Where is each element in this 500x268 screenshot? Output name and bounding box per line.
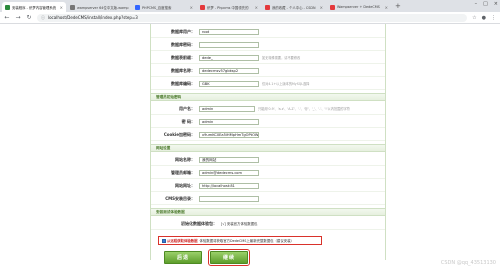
form-input[interactable]: x9umKC0Ea5iHMpHmTgOPtOWt5B	[199, 131, 259, 138]
form-input[interactable]: admin	[199, 118, 259, 125]
tab-close-icon[interactable]: ×	[58, 5, 63, 10]
new-tab-button[interactable]: +	[392, 2, 404, 12]
profile-icon[interactable]: ●	[482, 15, 486, 21]
close-window-icon[interactable]: ×	[494, 1, 498, 7]
tab-label: 我的收藏 - 个人中心 - CSDN	[272, 5, 316, 10]
form-row: 密 码： admin	[151, 116, 385, 128]
form-hint: 如无特殊需要，请不要修改	[262, 56, 301, 60]
section-header: 网站设置	[151, 144, 385, 152]
tab-label: wampserver 64位中文版-wamp	[77, 5, 129, 10]
form-hint: 仅对4.1+以上版本的MySQL选择	[262, 82, 310, 86]
tab-favicon-icon	[200, 4, 205, 10]
form-input[interactable]	[199, 195, 259, 202]
tab-label: 安装程序 - 织梦内容管理系统	[12, 5, 57, 10]
form-input[interactable]: root	[199, 28, 259, 35]
tab-label: PHPCMS_百度搜索	[142, 5, 172, 10]
form-label: 数据库密码：	[171, 41, 195, 47]
form-row: 数据表前缀： dede_ 如无特殊需要，请不要修改	[151, 52, 385, 64]
browser-tab[interactable]: Wampserver + DedeCMS ×	[327, 2, 391, 12]
form-row: 数据库编码： GBK 仅对4.1+以上版本的MySQL选择	[151, 78, 385, 90]
form-row: 网站名称： 我的网站	[151, 154, 385, 166]
tab-close-icon[interactable]: ×	[129, 5, 132, 10]
form-label: 密 码：	[181, 118, 195, 124]
form-row: 管理员邮箱： admin@dedecms.com	[151, 167, 385, 179]
tab-close-icon[interactable]: ×	[383, 5, 388, 10]
form-input[interactable]: admin@dedecms.com	[199, 169, 259, 176]
tab-favicon-icon	[330, 4, 335, 10]
form-row: 数据库用户： root	[151, 26, 385, 38]
maximize-icon[interactable]: □	[483, 1, 488, 7]
form-input[interactable]: http://localhost:81	[199, 182, 259, 189]
menu-icon[interactable]: ⋮	[491, 15, 496, 21]
form-row: 数据库密码：	[151, 39, 385, 51]
demo-data-text[interactable]: [√] 安装官方体验数据包	[221, 221, 257, 226]
form-row: 数据库名称： dedecmsv57gbksp2	[151, 65, 385, 77]
form-label: 数据库用户：	[171, 28, 195, 34]
continue-button[interactable]: 继续	[208, 249, 250, 266]
tab-close-icon[interactable]: ×	[318, 5, 323, 10]
tab-favicon-icon	[70, 4, 75, 10]
form-label: 网站名称：	[175, 156, 195, 162]
back-arrow-icon[interactable]: ←	[4, 14, 10, 21]
browser-tab[interactable]: 织梦 - Phpcms 中国领先的 ×	[197, 2, 261, 12]
remote-data-checkbox[interactable]	[162, 238, 166, 243]
watermark: CSDN @qq_43513130	[440, 260, 496, 266]
section-header: 安装测试体验数据	[151, 208, 385, 216]
form-input[interactable]: admin	[199, 105, 255, 112]
tab-favicon-icon	[135, 4, 140, 10]
remote-data-label: 从远程获取体验数据	[167, 239, 198, 243]
form-input[interactable]	[199, 41, 259, 48]
address-bar[interactable]: ⓘ localhost/DedeCMS/install/index.php?st…	[37, 13, 468, 22]
tab-label: Wampserver + DedeCMS	[337, 5, 380, 9]
form-label: 数据表前缀：	[171, 54, 195, 60]
address-url: localhost/DedeCMS/install/index.php?step…	[48, 15, 138, 20]
form-input[interactable]: 我的网站	[199, 156, 259, 163]
back-button[interactable]: 后退	[164, 251, 202, 264]
install-form-panel: 数据库用户： root 数据库密码： 数据表前缀： dede_ 如无特殊需要，请不要修改数…	[150, 24, 386, 260]
window-controls: – □ ×	[475, 1, 498, 7]
forward-arrow-icon[interactable]: →	[15, 14, 21, 21]
form-label: 管理员邮箱：	[171, 169, 195, 175]
star-icon[interactable]: ☆	[472, 15, 476, 21]
reload-icon[interactable]: ↻	[26, 14, 32, 21]
section-header: 管理员初始密码	[151, 93, 385, 101]
browser-tab-strip: 安装程序 - 织梦内容管理系统×wampserver 64位中文版-wamp×P…	[0, 0, 500, 12]
tab-favicon-icon	[265, 4, 270, 10]
demo-data-row: 初始化数据体验包： [√] 安装官方体验数据包	[151, 218, 385, 230]
form-row: 网站网址： http://localhost:81	[151, 180, 385, 192]
form-label: 用户名：	[179, 105, 195, 111]
tab-close-icon[interactable]: ×	[253, 5, 258, 10]
form-label: 数据库编码：	[171, 80, 195, 86]
browser-tab[interactable]: PHPCMS_百度搜索 ×	[132, 2, 196, 12]
form-label: Cookie加密码：	[163, 131, 195, 137]
remote-data-checkbox-row[interactable]: 从远程获取体验数据 体验数据将获取官方DedeCMS上最新完整数据包（建议安装）	[158, 236, 322, 245]
browser-tab[interactable]: 安装程序 - 织梦内容管理系统 ×	[2, 2, 66, 12]
form-row: CMS安装目录：	[151, 193, 385, 205]
form-hint: 只能用'0-9'、'a-z'、'A-Z'、'.'、'@'、'_'、'-'、'!'…	[258, 107, 350, 111]
browser-toolbar: ← → ↻ ⓘ localhost/DedeCMS/install/index.…	[0, 12, 500, 24]
browser-tab[interactable]: wampserver 64位中文版-wamp×	[67, 2, 131, 12]
info-icon[interactable]: ⓘ	[41, 15, 45, 21]
tab-label: 织梦 - Phpcms 中国领先的	[207, 5, 249, 10]
form-label: 网站网址：	[175, 182, 195, 188]
tab-close-icon[interactable]: ×	[188, 5, 193, 10]
tab-favicon-icon	[5, 4, 10, 10]
form-label: 初始化数据体验包：	[181, 220, 217, 226]
minimize-icon[interactable]: –	[475, 1, 478, 7]
form-label: CMS安装目录：	[165, 195, 195, 201]
form-row: Cookie加密码： x9umKC0Ea5iHMpHmTgOPtOWt5B	[151, 129, 385, 141]
form-input[interactable]: GBK	[199, 80, 259, 87]
form-label: 数据库名称：	[171, 67, 195, 73]
form-row: 用户名： admin 只能用'0-9'、'a-z'、'A-Z'、'.'、'@'、'_…	[151, 103, 385, 115]
form-input[interactable]: dede_	[199, 54, 259, 61]
remote-data-text: 体验数据将获取官方DedeCMS上最新完整数据包（建议安装）	[199, 239, 294, 243]
form-input[interactable]: dedecmsv57gbksp2	[199, 67, 259, 74]
install-page: 数据库用户： root 数据库密码： 数据表前缀： dede_ 如无特殊需要，请不要修改数…	[0, 24, 500, 268]
browser-tab[interactable]: 我的收藏 - 个人中心 - CSDN ×	[262, 2, 326, 12]
